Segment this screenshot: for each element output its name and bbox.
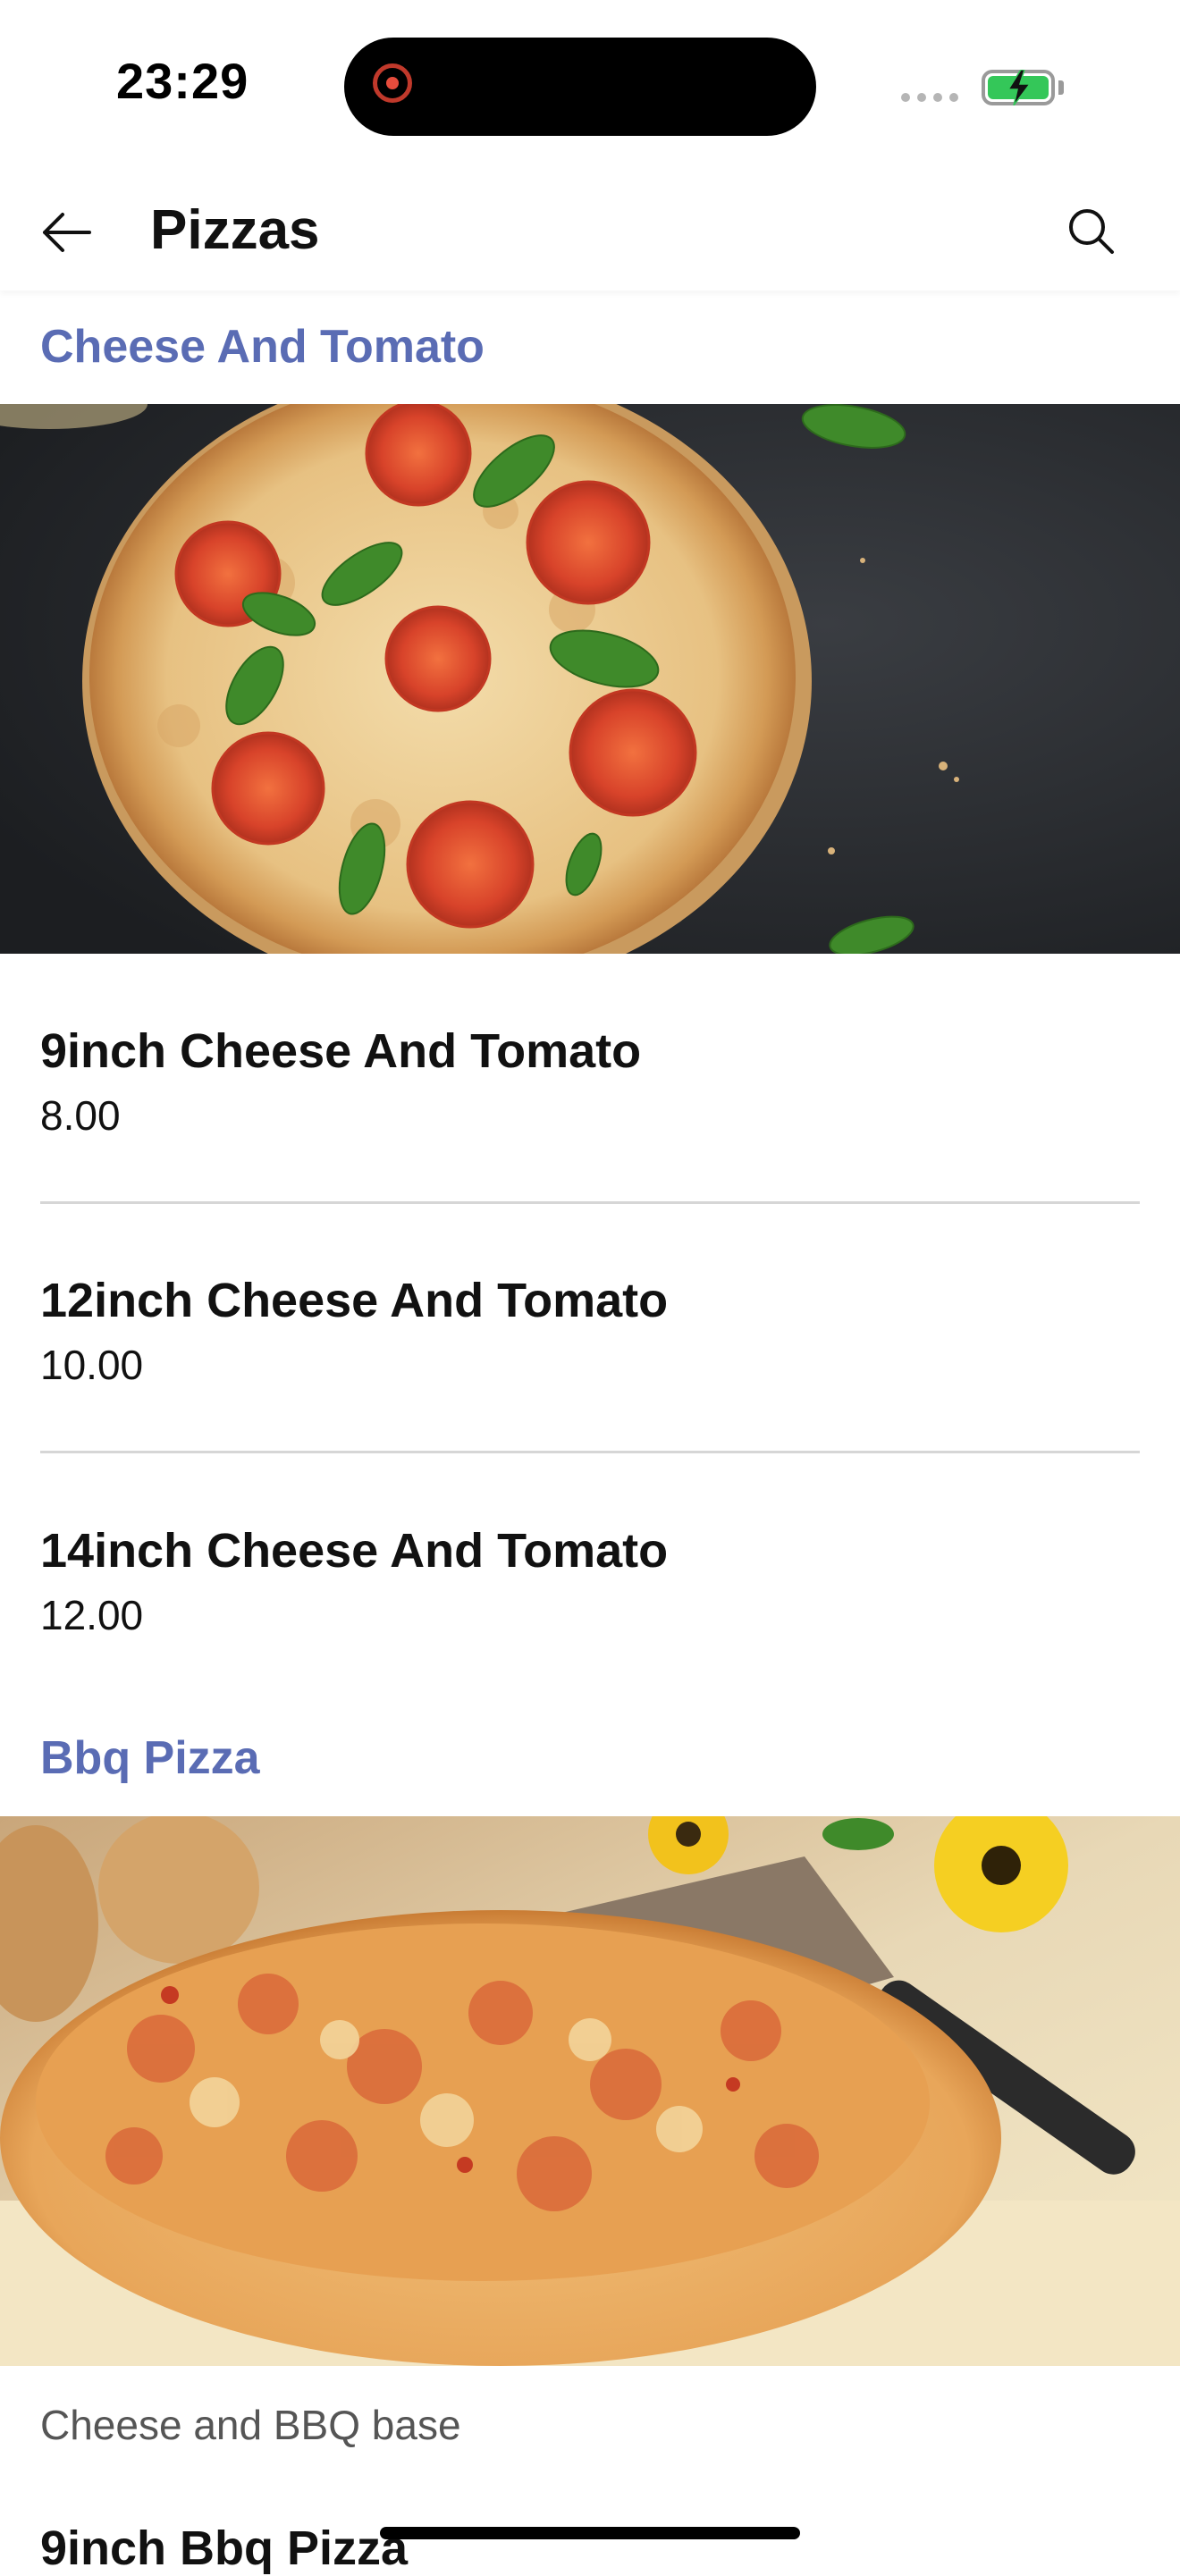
bbq-pizza-image <box>0 1816 1180 2366</box>
screen-recording-icon <box>373 63 412 103</box>
battery-charging-icon <box>982 70 1055 105</box>
status-bar: 23:29 <box>0 0 1180 170</box>
divider <box>40 1451 1140 1453</box>
arrow-left-icon <box>43 213 91 252</box>
cheese-and-tomato-pizza-image <box>0 404 1180 954</box>
divider <box>40 1201 1140 1204</box>
item-name: 9inch Cheese And Tomato <box>40 1024 642 1078</box>
item-name: 12inch Cheese And Tomato <box>40 1274 669 1327</box>
search-button[interactable] <box>1060 200 1125 265</box>
page-title: Pizzas <box>150 199 320 261</box>
menu-item-14inch-cheese-and-tomato[interactable]: 14inch Cheese And Tomato 12.00 <box>40 1523 1140 1639</box>
item-price: 8.00 <box>40 1092 121 1139</box>
app-header: Pizzas <box>0 170 1180 290</box>
status-time: 23:29 <box>116 53 249 109</box>
battery-cap <box>1058 80 1064 95</box>
section-title-bbq-pizza: Bbq Pizza <box>40 1732 260 1784</box>
item-price: 12.00 <box>40 1592 144 1638</box>
section-title-cheese-and-tomato: Cheese And Tomato <box>40 321 485 373</box>
dynamic-island <box>344 38 816 136</box>
section-description: Cheese and BBQ base <box>40 2402 461 2448</box>
item-price: 10.00 <box>40 1342 144 1388</box>
item-name: 14inch Cheese And Tomato <box>40 1524 669 1578</box>
menu-item-12inch-cheese-and-tomato[interactable]: 12inch Cheese And Tomato 10.00 <box>40 1273 1140 1389</box>
back-button[interactable] <box>36 200 100 265</box>
search-icon <box>1069 209 1114 254</box>
menu-item-9inch-cheese-and-tomato[interactable]: 9inch Cheese And Tomato 8.00 <box>40 1023 1140 1140</box>
home-indicator[interactable] <box>380 2527 800 2539</box>
cellular-signal-icon <box>901 93 958 102</box>
